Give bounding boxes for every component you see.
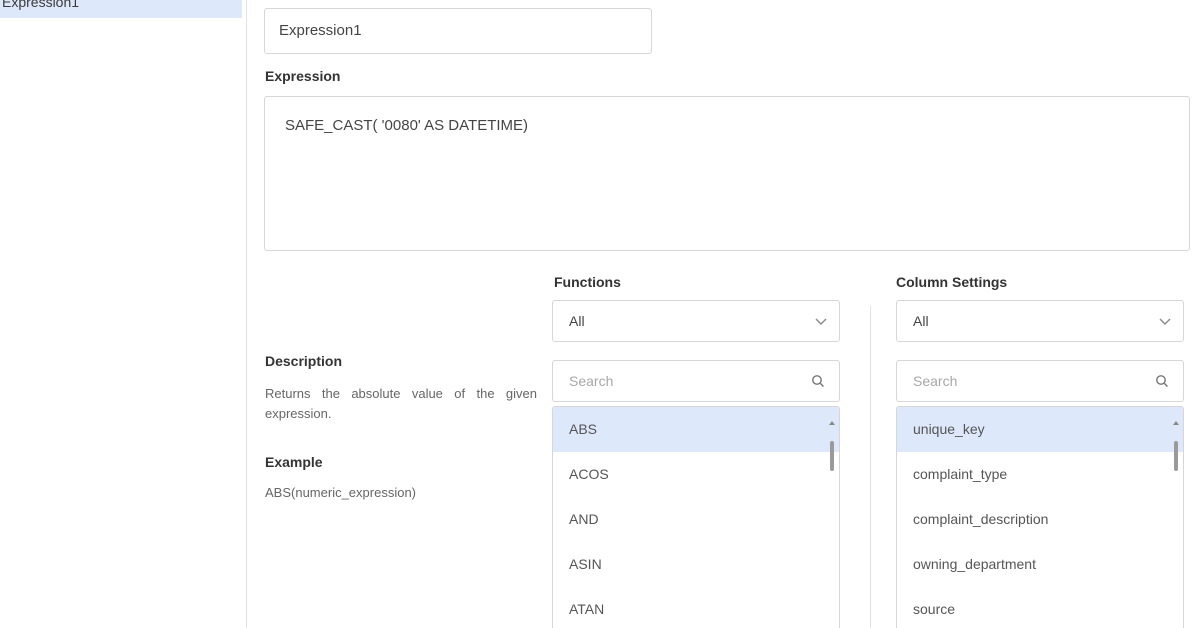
- function-list-item[interactable]: ASIN: [553, 542, 839, 587]
- functions-title: Functions: [554, 274, 621, 290]
- chevron-down-icon: [1159, 318, 1171, 325]
- main-panel: Expression1 Expression SAFE_CAST( '0080'…: [246, 0, 1196, 628]
- expression-editor: Expression1 Expression1 Expression SAFE_…: [0, 0, 1196, 628]
- columns-list: unique_key complaint_type complaint_descri…: [896, 406, 1184, 628]
- scroll-up-icon[interactable]: [829, 421, 835, 425]
- columns-search: [896, 360, 1184, 402]
- description-label: Description: [265, 353, 343, 369]
- functions-search: [552, 360, 840, 402]
- expression-label: Expression: [265, 68, 341, 84]
- column-settings-title: Column Settings: [896, 274, 1008, 290]
- function-list-item[interactable]: AND: [553, 497, 839, 542]
- chevron-down-icon: [815, 318, 827, 325]
- function-list-item[interactable]: ACOS: [553, 452, 839, 497]
- search-icon[interactable]: [811, 374, 825, 388]
- columns-filter-dropdown[interactable]: All: [896, 300, 1184, 342]
- columns-scrollbar[interactable]: [1172, 411, 1180, 628]
- functions-search-input[interactable]: [553, 361, 795, 401]
- sidebar: Expression1: [0, 0, 247, 628]
- sidebar-item-label: Expression1: [2, 0, 80, 10]
- column-list-item[interactable]: unique_key: [897, 407, 1183, 452]
- columns-filter-value: All: [913, 313, 929, 329]
- function-list-item[interactable]: ABS: [553, 407, 839, 452]
- search-icon[interactable]: [1155, 374, 1169, 388]
- column-list-item[interactable]: owning_department: [897, 542, 1183, 587]
- column-list-item[interactable]: source: [897, 587, 1183, 628]
- functions-list: ABS ACOS AND ASIN ATAN: [552, 406, 840, 628]
- column-list-item[interactable]: complaint_type: [897, 452, 1183, 497]
- expression-name-value: Expression1: [279, 22, 362, 39]
- example-label: Example: [265, 454, 323, 470]
- functions-filter-value: All: [569, 313, 585, 329]
- functions-scrollbar[interactable]: [828, 411, 836, 628]
- function-list-item[interactable]: ATAN: [553, 587, 839, 628]
- scroll-thumb[interactable]: [830, 441, 834, 471]
- column-list-item[interactable]: complaint_description: [897, 497, 1183, 542]
- scroll-thumb[interactable]: [1174, 441, 1178, 471]
- expression-name-field[interactable]: Expression1: [264, 8, 652, 54]
- example-text: ABS(numeric_expression): [265, 485, 417, 500]
- columns-search-input[interactable]: [897, 361, 1139, 401]
- expression-text: SAFE_CAST( '0080' AS DATETIME): [285, 117, 529, 134]
- sidebar-item-expression[interactable]: Expression1: [0, 0, 242, 18]
- scroll-up-icon[interactable]: [1173, 421, 1179, 425]
- functions-filter-dropdown[interactable]: All: [552, 300, 840, 342]
- panel-divider: [870, 306, 871, 628]
- description-text: Returns the absolute value of the given …: [265, 386, 537, 421]
- expression-textarea[interactable]: SAFE_CAST( '0080' AS DATETIME): [264, 96, 1190, 251]
